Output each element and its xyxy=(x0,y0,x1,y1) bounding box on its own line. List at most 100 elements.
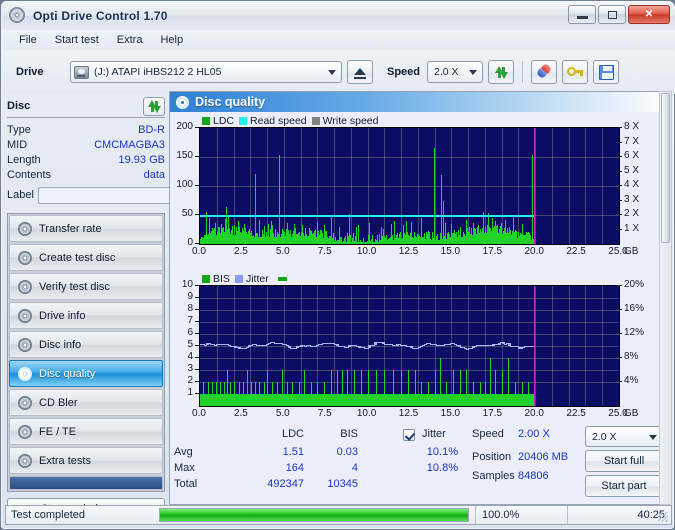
disc-mid-key: MID xyxy=(7,138,28,151)
legend-label: Read speed xyxy=(250,114,307,127)
bis-column-header: BIS xyxy=(340,428,358,440)
y-axis-tick-label: 5 xyxy=(187,339,193,350)
menu-bar: File Start test Extra Help xyxy=(2,30,675,50)
test-speed-select-value: 2.0 X xyxy=(592,430,617,443)
x-axis-tick-label: 5.0 xyxy=(275,408,290,419)
data-spike xyxy=(324,382,325,406)
y-axis-tick xyxy=(195,393,199,394)
data-spike xyxy=(434,148,435,244)
gridline-horizontal xyxy=(200,186,619,187)
data-spike xyxy=(473,382,474,406)
read-speed-swatch xyxy=(239,116,248,125)
ldc-chart-legend: LDC Read speed Write speed xyxy=(202,114,379,127)
max-bis-value: 4 xyxy=(351,462,358,474)
menu-item-start-test[interactable]: Start test xyxy=(46,32,108,48)
speed-select[interactable]: 2.0 X xyxy=(427,61,483,83)
data-spike xyxy=(239,382,240,406)
eraser-icon xyxy=(535,62,553,80)
speed-label: Speed xyxy=(387,66,421,78)
disc-refresh-button[interactable] xyxy=(143,96,165,116)
x-axis-tick-label: 2.5 xyxy=(233,246,248,257)
y2-axis-tick xyxy=(618,357,622,358)
chevron-down-icon xyxy=(469,70,477,75)
jitter-line-segment xyxy=(424,344,427,346)
start-part-button[interactable]: Start part xyxy=(585,475,663,497)
disc-contents-value: data xyxy=(143,168,165,181)
data-spike xyxy=(255,382,256,406)
menu-item-extra[interactable]: Extra xyxy=(108,32,152,48)
vertical-scrollbar[interactable] xyxy=(659,91,672,505)
y2-axis-tick xyxy=(618,185,622,186)
data-spike xyxy=(428,382,429,406)
data-spike xyxy=(337,370,338,406)
save-button[interactable] xyxy=(593,60,619,84)
data-spike xyxy=(441,174,442,244)
disc-contents-key: Contents xyxy=(7,168,52,181)
disc-icon xyxy=(18,221,32,236)
sidebar-item-transfer-rate[interactable]: Transfer rate xyxy=(9,215,163,242)
resize-grip-icon[interactable] xyxy=(658,512,668,522)
data-spike xyxy=(339,226,340,244)
sidebar-item-label: Drive info xyxy=(39,309,86,322)
sidebar-item-label: Verify test disc xyxy=(39,280,110,293)
test-speed-select[interactable]: 2.0 X xyxy=(585,426,663,447)
left-sidebar: Disc Type BD-R MID CMCMAGBA3 Length 19.9… xyxy=(7,95,207,519)
start-full-button[interactable]: Start full xyxy=(585,450,663,472)
x-axis-tick-label: 0.0 xyxy=(192,408,206,419)
data-spike xyxy=(215,223,216,244)
data-spike xyxy=(277,382,278,406)
legend-label: BIS xyxy=(213,272,230,285)
data-spike xyxy=(369,223,370,244)
position-stat-label: Position xyxy=(472,451,512,463)
menu-item-help[interactable]: Help xyxy=(151,32,192,48)
sidebar-item-disc-quality[interactable]: Disc quality xyxy=(9,360,163,387)
legend-entry-write-speed: Write speed xyxy=(311,115,379,127)
close-button[interactable]: ✕ xyxy=(628,5,670,24)
sidebar-item-cd-bler[interactable]: CD Bler xyxy=(9,389,163,416)
y-axis-tick-label: 2 xyxy=(187,375,193,386)
sidebar-item-disc-info[interactable]: Disc info xyxy=(9,331,163,358)
scrollbar-thumb[interactable] xyxy=(661,93,670,243)
data-spike xyxy=(466,219,467,244)
disc-label-key: Label xyxy=(7,189,34,201)
data-spike xyxy=(480,382,481,406)
disc-mid-value: CMCMAGBA3 xyxy=(94,138,165,151)
menu-item-file[interactable]: File xyxy=(10,32,46,48)
maximize-button[interactable] xyxy=(598,5,626,24)
minimize-button[interactable] xyxy=(568,5,596,24)
ldc-chart: LDC Read speed Write speed 0 50 100 150 200 1… xyxy=(170,112,669,264)
sidebar-item-extra-tests[interactable]: Extra tests xyxy=(9,447,163,474)
disc-info-row-type: Type BD-R xyxy=(7,122,165,137)
data-spike xyxy=(443,201,444,244)
data-spike xyxy=(513,215,514,244)
drive-select[interactable]: (J:) ATAPI iHBS212 2 HL05 xyxy=(70,61,342,83)
y2-axis-tick xyxy=(618,156,622,157)
progress-bar xyxy=(159,508,469,522)
y2-axis-tick xyxy=(618,285,622,286)
eject-button[interactable] xyxy=(347,60,373,84)
sidebar-item-label: FE / TE xyxy=(39,425,77,438)
erase-button[interactable] xyxy=(531,60,557,84)
refresh-button[interactable] xyxy=(488,60,514,84)
data-spike xyxy=(446,382,447,406)
sidebar-item-drive-info[interactable]: Drive info xyxy=(9,302,163,329)
disc-icon xyxy=(18,250,32,265)
data-spike xyxy=(324,224,325,244)
data-spike xyxy=(403,225,404,244)
sidebar-item-fe-te[interactable]: FE / TE xyxy=(9,418,163,445)
y2-axis-tick xyxy=(618,170,622,172)
jitter-checkbox[interactable] xyxy=(403,429,415,441)
data-spike xyxy=(453,370,454,406)
ldc-plot-area[interactable] xyxy=(199,127,620,245)
disc-type-key: Type xyxy=(7,123,31,136)
key-button[interactable] xyxy=(562,60,588,84)
data-spike xyxy=(294,226,295,244)
sidebar-item-verify-test-disc[interactable]: Verify test disc xyxy=(9,273,163,300)
x-axis-unit-label: GB xyxy=(624,246,639,257)
data-spike xyxy=(435,370,436,406)
y-axis-tick xyxy=(195,369,199,370)
data-spike xyxy=(216,382,217,406)
sidebar-item-create-test-disc[interactable]: Create test disc xyxy=(9,244,163,271)
disc-label-input[interactable] xyxy=(37,186,181,204)
bis-plot-area[interactable] xyxy=(199,285,620,407)
